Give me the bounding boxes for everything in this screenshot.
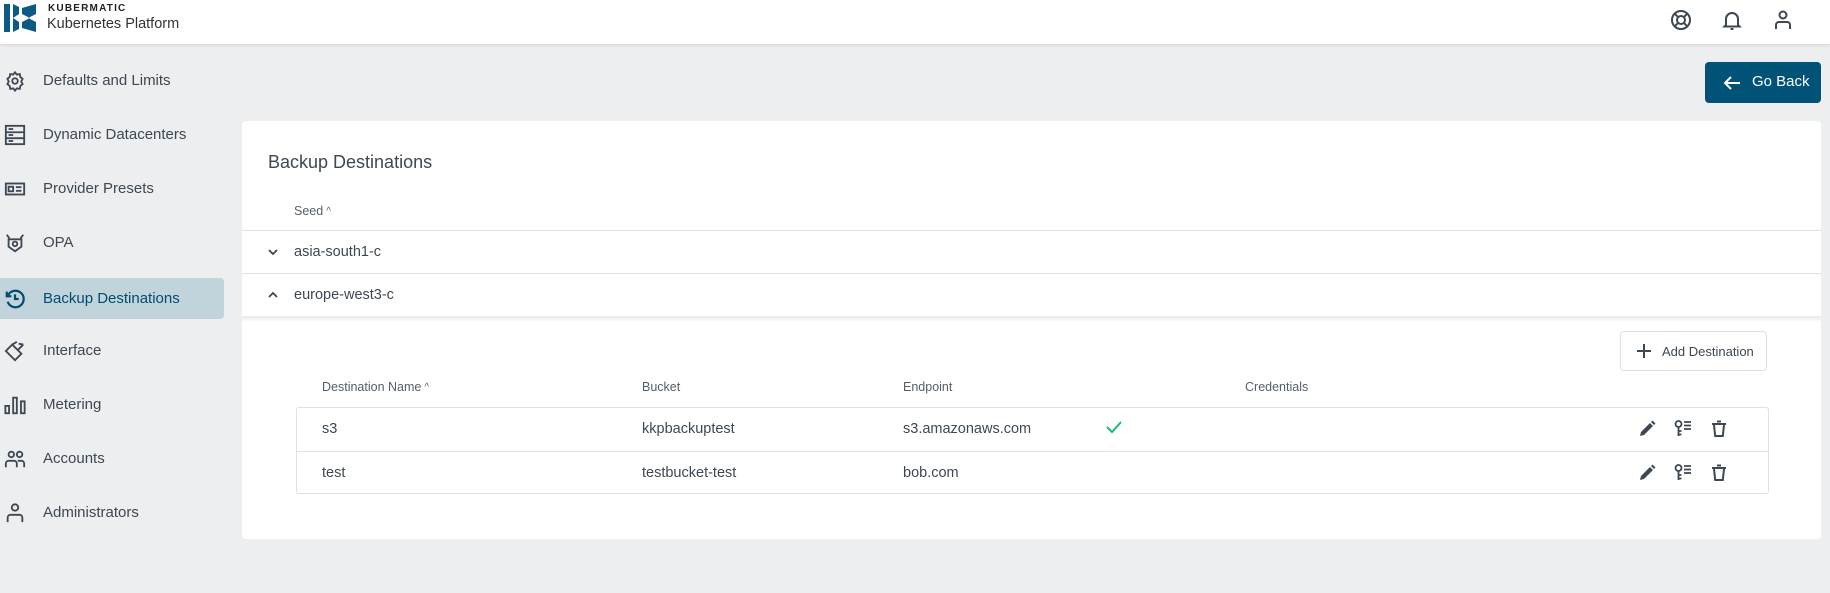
column-header-destination-name[interactable]: Destination Name ^	[322, 380, 429, 394]
sidebar-item-label: Backup Destinations	[43, 290, 180, 307]
destination-name: s3	[322, 421, 338, 437]
chevron-up-icon[interactable]	[267, 289, 279, 301]
destination-name: test	[322, 465, 346, 481]
endpoint: s3.amazonaws.com	[903, 421, 1032, 437]
table-row: s3 kkpbackuptest s3.amazonaws.com	[297, 408, 1768, 451]
sidebar-item-dynamic-datacenters[interactable]: Dynamic Datacenters	[0, 114, 224, 155]
top-bar: KUBERMATIC Kubernetes Platform	[0, 0, 1830, 44]
accounts-icon	[4, 450, 26, 468]
sidebar-item-provider-presets[interactable]: Provider Presets	[0, 168, 224, 209]
delete-trash-icon[interactable]	[1709, 463, 1729, 483]
arrow-left-icon	[1723, 76, 1740, 90]
seed-column-label: Seed	[294, 204, 324, 218]
history-icon	[5, 289, 25, 309]
admin-user-icon	[6, 503, 24, 523]
plus-icon	[1637, 344, 1651, 358]
page-title: Backup Destinations	[268, 152, 433, 172]
sidebar-item-label: Provider Presets	[43, 180, 154, 197]
sidebar-item-label: Interface	[43, 342, 102, 359]
notifications-bell-icon[interactable]	[1720, 8, 1744, 32]
backup-destinations-card: Backup Destinations Seed ^ asia-south1-c …	[242, 121, 1821, 539]
sidebar-item-label: OPA	[43, 234, 74, 251]
column-header-endpoint: Endpoint	[903, 380, 953, 394]
account-user-icon[interactable]	[1771, 8, 1795, 32]
gear-icon	[6, 70, 24, 92]
help-lifebuoy-icon[interactable]	[1669, 8, 1693, 32]
seed-row-europe-west3-c[interactable]: europe-west3-c	[242, 274, 1821, 317]
seed-column-header[interactable]: Seed ^	[294, 204, 331, 218]
bar-chart-icon	[4, 396, 26, 415]
sidebar-item-administrators[interactable]: Administrators	[0, 492, 224, 533]
interface-icon	[4, 341, 24, 362]
table-row: test testbucket-test bob.com	[297, 451, 1768, 494]
bucket: testbucket-test	[642, 465, 737, 481]
preset-card-icon	[4, 182, 26, 196]
sort-ascending-icon: ^	[424, 382, 430, 393]
credentials-check-icon	[1106, 421, 1122, 434]
go-back-button[interactable]: Go Back	[1705, 62, 1821, 103]
edit-pencil-icon[interactable]	[1637, 463, 1657, 483]
kubermatic-logo-icon[interactable]	[4, 4, 36, 32]
column-header-bucket: Bucket	[642, 380, 681, 394]
seed-name: europe-west3-c	[294, 287, 394, 303]
edit-credentials-icon[interactable]	[1673, 419, 1693, 439]
add-destination-label: Add Destination	[1662, 344, 1754, 359]
product-name: Kubernetes Platform	[47, 16, 180, 32]
destinations-table: s3 kkpbackuptest s3.amazonaws.com test t…	[296, 407, 1769, 494]
sidebar-item-accounts[interactable]: Accounts	[0, 438, 224, 479]
sidebar-item-label: Defaults and Limits	[43, 72, 171, 89]
expanded-section-divider	[242, 316, 1821, 322]
add-destination-button[interactable]: Add Destination	[1620, 331, 1767, 371]
endpoint: bob.com	[903, 465, 959, 481]
column-header-credentials: Credentials	[1245, 380, 1309, 394]
seed-row-asia-south1-c[interactable]: asia-south1-c	[242, 231, 1821, 274]
delete-trash-icon[interactable]	[1709, 419, 1729, 439]
edit-credentials-icon[interactable]	[1673, 463, 1693, 483]
opa-icon	[6, 234, 24, 253]
sidebar-item-metering[interactable]: Metering	[0, 384, 224, 425]
datacenter-icon	[4, 124, 26, 146]
sidebar-item-opa[interactable]: OPA	[0, 222, 224, 263]
sidebar-item-label: Accounts	[43, 450, 105, 467]
brand-name: KUBERMATIC	[48, 3, 127, 14]
sidebar-item-defaults-and-limits[interactable]: Defaults and Limits	[0, 60, 224, 101]
column-label: Destination Name	[322, 380, 422, 394]
sidebar-item-label: Dynamic Datacenters	[43, 126, 187, 143]
seed-name: asia-south1-c	[294, 244, 382, 260]
sidebar-item-interface[interactable]: Interface	[0, 330, 224, 371]
sidebar-item-backup-destinations[interactable]: Backup Destinations	[0, 278, 224, 319]
edit-pencil-icon[interactable]	[1637, 419, 1657, 439]
go-back-label: Go Back	[1752, 73, 1810, 90]
sidebar-item-label: Administrators	[43, 504, 139, 521]
bucket: kkpbackuptest	[642, 421, 735, 437]
chevron-down-icon[interactable]	[267, 246, 279, 258]
sidebar-item-label: Metering	[43, 396, 102, 413]
sort-ascending-icon: ^	[326, 206, 331, 217]
